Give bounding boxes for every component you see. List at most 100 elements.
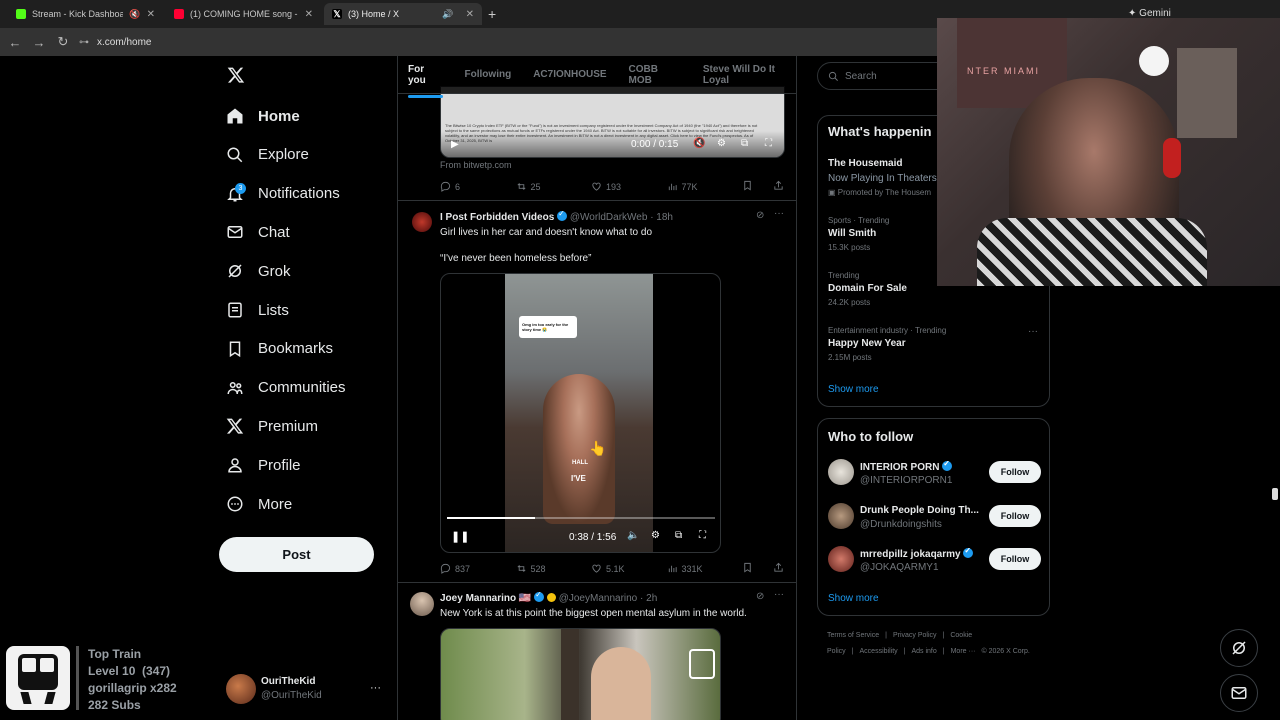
like-button[interactable]: 5.1K bbox=[591, 563, 667, 574]
address-bar[interactable]: x.com/home bbox=[97, 37, 151, 48]
mute-icon[interactable]: 🔇 bbox=[129, 9, 140, 20]
tweet-text-line2: “I've never been homeless before” bbox=[440, 253, 592, 264]
tab-ac7ionhouse[interactable]: AC7IONHOUSE bbox=[533, 69, 606, 80]
footer-link[interactable]: Ads info bbox=[911, 648, 936, 655]
tab-for-you[interactable]: For you bbox=[408, 64, 443, 98]
more-icon[interactable]: ··· bbox=[774, 589, 784, 600]
share-icon[interactable] bbox=[773, 180, 784, 193]
footer-link[interactable]: © 2026 X Corp. bbox=[981, 648, 1029, 655]
footer-link[interactable]: More ··· bbox=[951, 648, 976, 655]
tweet-image[interactable] bbox=[440, 628, 721, 720]
close-tab-icon[interactable]: ✕ bbox=[466, 9, 474, 20]
affiliate-badge-icon bbox=[546, 593, 556, 602]
trend-more-icon[interactable]: ··· bbox=[1028, 326, 1038, 337]
fullscreen-icon[interactable]: ⛶ bbox=[699, 530, 706, 541]
nav-item-notifications[interactable]: 3 Notifications bbox=[226, 179, 340, 209]
back-icon[interactable]: ← bbox=[3, 35, 27, 50]
nav-item-more[interactable]: More bbox=[226, 489, 292, 519]
trend-item[interactable]: Trending Domain For Sale 24.2K posts bbox=[828, 271, 907, 307]
x-logo[interactable] bbox=[227, 66, 245, 87]
messages-fab[interactable] bbox=[1220, 674, 1258, 712]
nav-item-grok[interactable]: Grok bbox=[226, 256, 291, 286]
repost-button[interactable]: 25 bbox=[516, 181, 592, 192]
suggestion-avatar bbox=[828, 459, 854, 485]
tab-following[interactable]: Following bbox=[465, 69, 512, 80]
post-button[interactable]: Post bbox=[219, 537, 374, 572]
trend-item[interactable]: Sports · Trending Will Smith 15.3K posts bbox=[828, 216, 889, 252]
more-icon[interactable]: ··· bbox=[774, 208, 784, 219]
nav-item-home[interactable]: Home bbox=[226, 101, 300, 131]
views-button[interactable]: 77K bbox=[667, 181, 743, 192]
speaker-icon[interactable]: 🔊 bbox=[442, 9, 453, 20]
show-more-follow[interactable]: Show more bbox=[828, 593, 879, 604]
reply-button[interactable]: 837 bbox=[440, 563, 516, 574]
like-button[interactable]: 193 bbox=[591, 181, 667, 192]
browser-tab-kick[interactable]: Stream - Kick Dashboard 🔇 ✕ bbox=[8, 3, 163, 25]
trend-item[interactable]: The Housemaid Now Playing In Theaters ▣ … bbox=[828, 158, 937, 197]
bookmark-icon[interactable] bbox=[742, 562, 753, 575]
settings-icon[interactable]: ⚙ bbox=[717, 138, 726, 149]
share-icon[interactable] bbox=[773, 562, 784, 575]
follow-button[interactable]: Follow bbox=[989, 548, 1041, 570]
play-icon[interactable]: ▶ bbox=[451, 139, 459, 150]
grok-icon[interactable]: ⊘ bbox=[756, 591, 764, 602]
pause-icon[interactable]: ❚❚ bbox=[451, 530, 469, 543]
views-button[interactable]: 331K bbox=[667, 563, 743, 574]
nav-item-communities[interactable]: Communities bbox=[226, 373, 346, 403]
tweet-video[interactable]: Omg im too early for the story time 😭 HA… bbox=[440, 273, 721, 553]
trends-title: What's happenin bbox=[828, 124, 932, 139]
feed-tabs: For you Following AC7IONHOUSE COBB MOB S… bbox=[398, 56, 796, 98]
nav-item-profile[interactable]: Profile bbox=[226, 450, 301, 480]
trend-item[interactable]: Entertainment industry · Trending Happy … bbox=[828, 326, 946, 362]
nav-item-chat[interactable]: Chat bbox=[226, 217, 290, 247]
scrollbar-thumb[interactable] bbox=[1272, 488, 1278, 500]
forward-icon[interactable]: → bbox=[27, 35, 51, 50]
wtf-title: Who to follow bbox=[828, 429, 914, 444]
site-info-icon[interactable]: ⊶ bbox=[79, 37, 89, 48]
tweet-avatar[interactable] bbox=[412, 212, 432, 232]
nav-item-lists[interactable]: Lists bbox=[226, 295, 289, 325]
tab-steve-will-do-it-loyal[interactable]: Steve Will Do It Loyal bbox=[703, 64, 796, 86]
footer-link[interactable]: Accessibility bbox=[860, 648, 898, 655]
settings-icon[interactable]: ⚙ bbox=[651, 530, 660, 541]
volume-icon[interactable]: 🔈 bbox=[627, 530, 639, 541]
footer-link[interactable]: Terms of Service bbox=[827, 632, 879, 639]
account-menu-icon[interactable]: ··· bbox=[370, 682, 381, 694]
search-input[interactable]: Search bbox=[845, 71, 877, 82]
home-timeline: For you Following AC7IONHOUSE COBB MOB S… bbox=[397, 56, 797, 720]
follow-button[interactable]: Follow bbox=[989, 461, 1041, 483]
close-tab-icon[interactable]: ✕ bbox=[305, 9, 313, 20]
repost-button[interactable]: 528 bbox=[516, 563, 592, 574]
close-tab-icon[interactable]: ✕ bbox=[147, 9, 155, 20]
grok-fab[interactable] bbox=[1220, 629, 1258, 667]
views-icon bbox=[668, 565, 677, 573]
video-progress-track[interactable] bbox=[447, 517, 715, 519]
footer-link[interactable]: Privacy Policy bbox=[893, 632, 937, 639]
new-tab-button[interactable]: + bbox=[488, 6, 496, 22]
follow-suggestion[interactable]: mrredpillz jokaqarmy @JOKAQARMY1 Follow bbox=[818, 544, 1051, 584]
tweet-actions: 837 528 5.1K 331K bbox=[440, 562, 790, 575]
ad-video[interactable]: The Bitwise 10 Crypto Index ETF (BITW or… bbox=[440, 86, 785, 158]
browser-tab-x[interactable]: 𝕏 (3) Home / X 🔊 ✕ bbox=[324, 3, 482, 25]
follow-suggestion[interactable]: INTERIOR PORN @INTERIORPORN1 Follow bbox=[818, 457, 1051, 497]
tweet-avatar[interactable] bbox=[410, 592, 434, 616]
nav-item-premium[interactable]: Premium bbox=[226, 411, 318, 441]
nav-item-bookmarks[interactable]: Bookmarks bbox=[226, 334, 333, 364]
mute-icon[interactable]: 🔇 bbox=[693, 138, 705, 149]
reply-button[interactable]: 6 bbox=[440, 181, 516, 192]
fullscreen-icon[interactable]: ⛶ bbox=[765, 138, 772, 149]
grok-icon[interactable]: ⊘ bbox=[756, 210, 764, 221]
show-more-trends[interactable]: Show more bbox=[828, 384, 879, 395]
browser-tab-youtube[interactable]: (1) COMING HOME song - YouT ✕ bbox=[166, 3, 321, 25]
nav-item-explore[interactable]: Explore bbox=[226, 140, 309, 170]
reload-icon[interactable]: ↻ bbox=[51, 34, 75, 50]
pip-icon[interactable]: ⧉ bbox=[741, 138, 748, 149]
x-icon bbox=[226, 417, 244, 435]
tab-cobb-mob[interactable]: COBB MOB bbox=[629, 64, 681, 86]
grok-icon bbox=[226, 262, 244, 280]
follow-button[interactable]: Follow bbox=[989, 505, 1041, 527]
account-avatar[interactable] bbox=[226, 674, 256, 704]
follow-suggestion[interactable]: Drunk People Doing Th... @Drunkdoingshit… bbox=[818, 501, 1051, 541]
bookmark-icon[interactable] bbox=[742, 180, 753, 193]
pip-icon[interactable]: ⧉ bbox=[675, 530, 682, 541]
